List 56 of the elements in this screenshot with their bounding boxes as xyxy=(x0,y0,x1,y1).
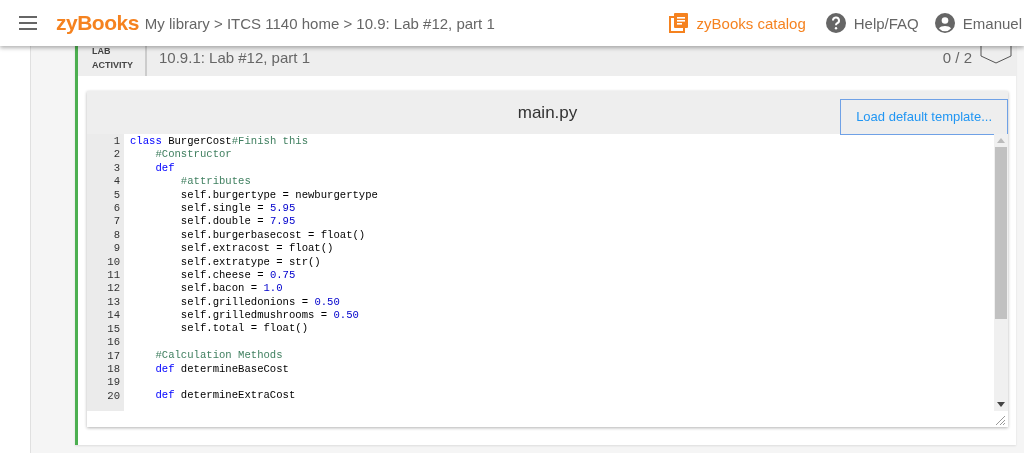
line-number: 6 xyxy=(112,202,121,216)
line-number: 20 xyxy=(106,389,121,404)
help-link[interactable]: Help/FAQ xyxy=(825,13,919,33)
line-number: 8 xyxy=(112,228,121,243)
code-line: #attributes xyxy=(179,175,251,189)
code-line: class BurgerCost#Finish this xyxy=(130,135,309,149)
file-name: main.py xyxy=(517,102,578,123)
resize-grip-icon[interactable] xyxy=(995,415,1005,425)
code-line: def determineExtraCost xyxy=(154,389,296,403)
line-number: 12 xyxy=(106,282,121,296)
scroll-up-icon[interactable] xyxy=(997,138,1005,143)
book-icon xyxy=(668,13,689,33)
score: 0 / 2 xyxy=(942,48,972,66)
line-number: 16 xyxy=(106,336,121,350)
line-number: 9 xyxy=(112,242,121,256)
help-icon xyxy=(825,13,846,33)
code-line: self.double = 7.95 xyxy=(179,215,296,229)
activity-title: 10.9.1: Lab #12, part 1 xyxy=(158,48,311,66)
code-line: self.total = float() xyxy=(179,322,308,336)
line-number: 5 xyxy=(112,188,121,203)
code-line: self.grilledonions = 0.50 xyxy=(179,295,340,310)
line-number: 10 xyxy=(106,255,121,270)
line-number: 4 xyxy=(112,175,121,189)
line-number: 19 xyxy=(106,376,121,390)
line-number: 11 xyxy=(106,269,121,283)
code-line: self.grilledmushrooms = 0.50 xyxy=(179,309,359,323)
code-line: #Constructor xyxy=(154,148,232,162)
line-number: 17 xyxy=(106,349,121,363)
code-line: self.extracost = float() xyxy=(179,242,334,256)
code-line: #Calculation Methods xyxy=(154,349,283,363)
code-line: self.single = 5.95 xyxy=(179,201,296,216)
user-icon xyxy=(934,13,955,33)
line-number: 14 xyxy=(106,309,121,323)
logo[interactable]: zyBooks xyxy=(56,11,139,35)
line-number: 18 xyxy=(106,362,121,377)
code-line: self.bacon = 1.0 xyxy=(179,282,283,296)
code-line: self.burgertype = newburgertype xyxy=(179,188,378,202)
code-line: self.burgerbasecost = float() xyxy=(179,228,366,243)
line-number: 15 xyxy=(106,322,121,337)
line-number: 13 xyxy=(106,295,121,310)
breadcrumb: My library > ITCS 1140 home > 10.9: Lab #12, part 1 xyxy=(144,14,495,32)
code-line: def determineBaseCost xyxy=(154,362,289,377)
code-line: def xyxy=(154,161,175,176)
catalog-link[interactable]: zyBooks catalog xyxy=(668,13,806,33)
scrollbar-thumb[interactable] xyxy=(995,147,1007,319)
line-number: 7 xyxy=(112,215,121,229)
load-template-button[interactable]: Load default template... xyxy=(840,98,1008,135)
menu-icon[interactable] xyxy=(19,16,37,30)
line-number: 1 xyxy=(112,135,121,149)
line-number: 2 xyxy=(112,148,121,162)
code-line: self.cheese = 0.75 xyxy=(179,268,296,283)
scroll-down-icon[interactable] xyxy=(997,402,1005,407)
code-line: self.extratype = str() xyxy=(179,255,321,269)
line-number: 3 xyxy=(112,161,121,176)
scrollbar[interactable] xyxy=(994,134,1008,411)
user-menu[interactable]: Emanuel xyxy=(934,13,1022,33)
